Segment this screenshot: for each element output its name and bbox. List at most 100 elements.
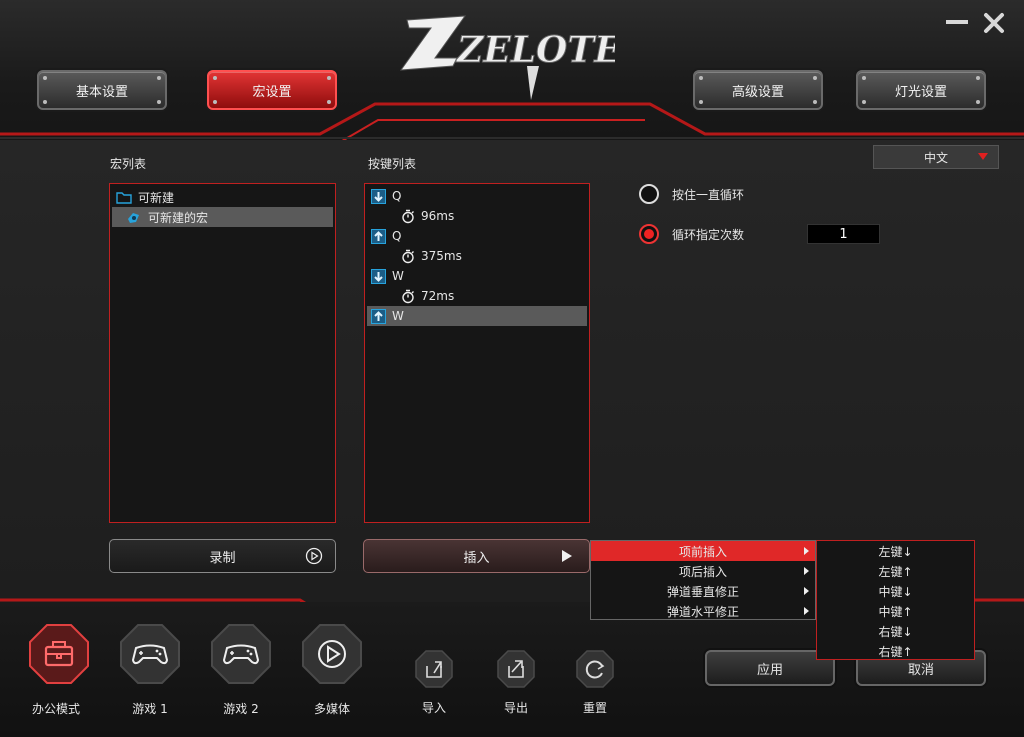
- submenu-arrow-icon: [804, 607, 809, 615]
- count-loop-radio[interactable]: [639, 224, 659, 244]
- key-down-icon: [371, 268, 386, 284]
- key-event-label: Q: [392, 229, 402, 243]
- insert-label: 插入: [463, 550, 490, 566]
- key-up-icon: [371, 228, 386, 244]
- export-button[interactable]: [497, 650, 535, 688]
- submenu-arrow-icon: [804, 567, 809, 575]
- mode-office[interactable]: [29, 624, 89, 684]
- tab-basic-settings[interactable]: 基本设置: [37, 70, 167, 110]
- dropdown-arrow-icon: [978, 153, 988, 160]
- mode-game-1[interactable]: [120, 624, 180, 684]
- mouse-button-submenu: 左键↓ 左键↑ 中键↓ 中键↑ 右键↓ 右键↑: [816, 540, 975, 660]
- minimize-icon: [946, 20, 968, 24]
- tab-advanced-settings[interactable]: 高级设置: [693, 70, 823, 110]
- submenu-item-middle-down[interactable]: 中键↓: [817, 581, 974, 601]
- submenu-item-label: 中键↓: [878, 584, 913, 599]
- macro-item[interactable]: 可新建的宏: [112, 207, 333, 227]
- stopwatch-icon: [402, 289, 414, 303]
- cancel-label: 取消: [907, 662, 934, 678]
- header: ZELOTES 基本设置 宏设置 高级设置 灯光设置: [0, 0, 1024, 149]
- delay-row[interactable]: 96ms: [367, 206, 587, 226]
- export-label: 导出: [503, 701, 528, 715]
- submenu-item-label: 右键↑: [878, 644, 913, 659]
- key-up-icon: [371, 308, 386, 324]
- mode-multimedia[interactable]: [302, 624, 362, 684]
- logo-text: ZELOTES: [455, 29, 615, 71]
- insert-button[interactable]: 插入: [363, 539, 590, 573]
- submenu-arrow-icon: [804, 547, 809, 555]
- key-list[interactable]: Q 96ms Q 375ms W 72ms W: [364, 183, 590, 523]
- delay-label: 96ms: [421, 209, 455, 223]
- reset-label: 重置: [582, 701, 607, 715]
- record-label: 录制: [209, 550, 236, 566]
- menu-item-label: 弹道垂直修正: [666, 584, 739, 599]
- play-circle-icon: [305, 547, 323, 565]
- macro-item-label: 可新建的宏: [148, 210, 209, 225]
- menu-item-insert-after[interactable]: 项后插入: [591, 561, 815, 581]
- submenu-item-label: 左键↓: [878, 544, 913, 559]
- tab-label: 宏设置: [252, 84, 292, 100]
- close-button[interactable]: [979, 8, 1009, 38]
- import-button[interactable]: [415, 650, 453, 688]
- key-event-row[interactable]: Q: [367, 226, 587, 246]
- submenu-item-left-up[interactable]: 左键↑: [817, 561, 974, 581]
- mode-game-2[interactable]: [211, 624, 271, 684]
- stopwatch-icon: [402, 249, 414, 263]
- macro-icon: [128, 213, 139, 223]
- menu-item-insert-before[interactable]: 项前插入: [591, 541, 815, 561]
- submenu-item-label: 右键↓: [878, 624, 913, 639]
- app-window: ZELOTES 基本设置 宏设置 高级设置 灯光设置: [0, 0, 1024, 737]
- submenu-item-label: 左键↑: [878, 564, 913, 579]
- submenu-item-left-down[interactable]: 左键↓: [817, 541, 974, 561]
- stopwatch-icon: [402, 209, 414, 223]
- minimize-button[interactable]: [942, 8, 972, 38]
- play-triangle-icon: [562, 550, 572, 562]
- mode-label: 办公模式: [31, 702, 80, 716]
- delay-label: 375ms: [421, 249, 462, 263]
- delay-row[interactable]: 375ms: [367, 246, 587, 266]
- key-event-label: W: [392, 269, 404, 283]
- macro-list-title: 宏列表: [110, 157, 147, 171]
- submenu-item-right-up[interactable]: 右键↑: [817, 641, 974, 661]
- menu-item-label: 项后插入: [678, 564, 727, 579]
- mode-label: 游戏 1: [132, 702, 168, 716]
- hold-loop-label: 按住一直循环: [672, 188, 745, 202]
- tab-macro-settings[interactable]: 宏设置: [207, 70, 337, 110]
- folder-label: 可新建: [138, 190, 175, 205]
- submenu-arrow-icon: [804, 587, 809, 595]
- key-event-row[interactable]: Q: [367, 186, 587, 206]
- menu-item-vertical-correction[interactable]: 弹道垂直修正: [591, 581, 815, 601]
- submenu-item-middle-up[interactable]: 中键↑: [817, 601, 974, 621]
- key-event-row[interactable]: W: [367, 306, 587, 326]
- loop-count-input[interactable]: [807, 224, 880, 244]
- import-label: 导入: [421, 701, 446, 715]
- language-dropdown[interactable]: 中文: [873, 145, 999, 169]
- submenu-item-right-down[interactable]: 右键↓: [817, 621, 974, 641]
- key-list-title: 按键列表: [368, 157, 417, 171]
- mode-label: 多媒体: [313, 702, 350, 716]
- language-selected: 中文: [923, 150, 948, 165]
- key-event-row[interactable]: W: [367, 266, 587, 286]
- macro-folder[interactable]: 可新建: [112, 187, 333, 207]
- record-button[interactable]: 录制: [109, 539, 336, 573]
- macro-list[interactable]: 可新建 可新建的宏: [109, 183, 336, 523]
- close-icon: [984, 13, 1004, 33]
- tab-label: 基本设置: [75, 84, 128, 100]
- tab-label: 高级设置: [731, 84, 784, 100]
- menu-item-label: 项前插入: [678, 544, 727, 559]
- key-event-label: W: [392, 309, 404, 323]
- key-down-icon: [371, 188, 386, 204]
- apply-label: 应用: [756, 662, 783, 678]
- menu-item-horizontal-correction[interactable]: 弹道水平修正: [591, 601, 815, 621]
- menu-item-label: 弹道水平修正: [666, 604, 739, 619]
- tab-label: 灯光设置: [894, 84, 947, 100]
- macro-settings-panel: 宏列表 按键列表 可新建 可新建的宏 Q 96ms Q 375ms W 72ms…: [0, 140, 1024, 602]
- zelotes-logo: ZELOTES: [395, 14, 648, 104]
- delay-row[interactable]: 72ms: [367, 286, 587, 306]
- reset-button[interactable]: [576, 650, 614, 688]
- mode-label: 游戏 2: [223, 702, 259, 716]
- delay-label: 72ms: [421, 289, 455, 303]
- submenu-item-label: 中键↑: [878, 604, 913, 619]
- hold-loop-radio[interactable]: [639, 184, 659, 204]
- tab-lighting-settings[interactable]: 灯光设置: [856, 70, 986, 110]
